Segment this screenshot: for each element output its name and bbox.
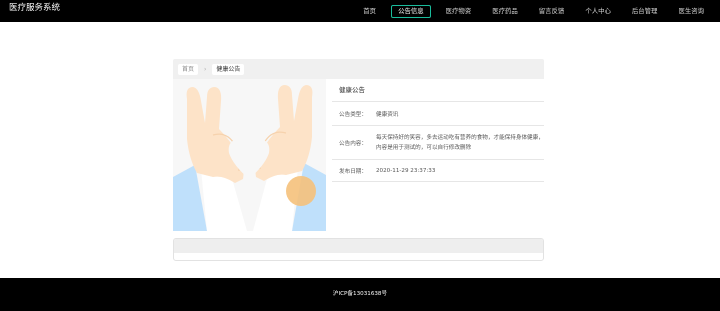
notice-detail: 健康公告 公告类型： 健康资讯 公告内容： 每天保持好的笑容，多去运动吃有营养的… bbox=[173, 79, 544, 234]
breadcrumb-home[interactable]: 首页 bbox=[178, 63, 199, 75]
nav-medicines[interactable]: 医疗药品 bbox=[486, 5, 524, 18]
nav-personal-center[interactable]: 个人中心 bbox=[579, 5, 617, 18]
site-brand[interactable]: 医疗服务系统 bbox=[9, 2, 60, 14]
notice-type-label: 公告类型： bbox=[339, 111, 367, 118]
notice-content-line1: 每天保持好的笑容，多去运动吃有营养的食物，才能保持身体健康， bbox=[376, 134, 544, 141]
main-nav: 首页 公告信息 医疗物资 医疗药品 留言反馈 个人中心 后台管理 医生咨询 bbox=[348, 0, 710, 22]
notice-content-value: 每天保持好的笑容，多去运动吃有营养的食物，才能保持身体健康， 内容是用于测试的，… bbox=[376, 133, 544, 153]
nav-home[interactable]: 首页 bbox=[357, 5, 382, 18]
nav-medical-supplies[interactable]: 医疗物资 bbox=[440, 5, 478, 18]
notice-date-label: 发布日期： bbox=[339, 168, 367, 175]
comment-section-header bbox=[174, 239, 543, 253]
notice-title: 健康公告 bbox=[332, 79, 544, 102]
nav-notices[interactable]: 公告信息 bbox=[391, 4, 431, 18]
notice-content-label: 公告内容： bbox=[339, 140, 367, 147]
notice-type-row: 公告类型： 健康资讯 bbox=[332, 102, 544, 126]
nav-doctor-consult[interactable]: 医生咨询 bbox=[672, 5, 710, 18]
notice-panel: 首页 › 健康公告 健康公告 公告类型： 健康资讯 公告内容： 每天保持好的笑容… bbox=[173, 59, 544, 234]
top-navbar: 医疗服务系统 首页 公告信息 医疗物资 医疗药品 留言反馈 个人中心 后台管理 … bbox=[0, 0, 720, 22]
notice-content-line2: 内容是用于测试的，可以自行修改删除 bbox=[376, 144, 472, 151]
footer-icp[interactable]: 沪ICP备13031638号 bbox=[0, 290, 720, 298]
notice-info: 健康公告 公告类型： 健康资讯 公告内容： 每天保持好的笑容，多去运动吃有营养的… bbox=[332, 79, 544, 182]
notice-content-row: 公告内容： 每天保持好的笑容，多去运动吃有营养的食物，才能保持身体健康， 内容是… bbox=[332, 126, 544, 160]
notice-date-row: 发布日期： 2020-11-29 23:37:33 bbox=[332, 160, 544, 182]
notice-type-value: 健康资讯 bbox=[376, 111, 399, 118]
heart-hands-illustration bbox=[173, 79, 326, 231]
breadcrumb-current: 健康公告 bbox=[212, 63, 245, 75]
breadcrumb-separator: › bbox=[204, 65, 207, 73]
comment-section bbox=[173, 238, 544, 261]
nav-admin[interactable]: 后台管理 bbox=[626, 5, 664, 18]
page-footer: 沪ICP备13031638号 bbox=[0, 278, 720, 311]
notice-image bbox=[173, 79, 326, 231]
nav-feedback[interactable]: 留言反馈 bbox=[533, 5, 571, 18]
breadcrumb: 首页 › 健康公告 bbox=[173, 59, 544, 79]
notice-date-value: 2020-11-29 23:37:33 bbox=[376, 167, 436, 174]
